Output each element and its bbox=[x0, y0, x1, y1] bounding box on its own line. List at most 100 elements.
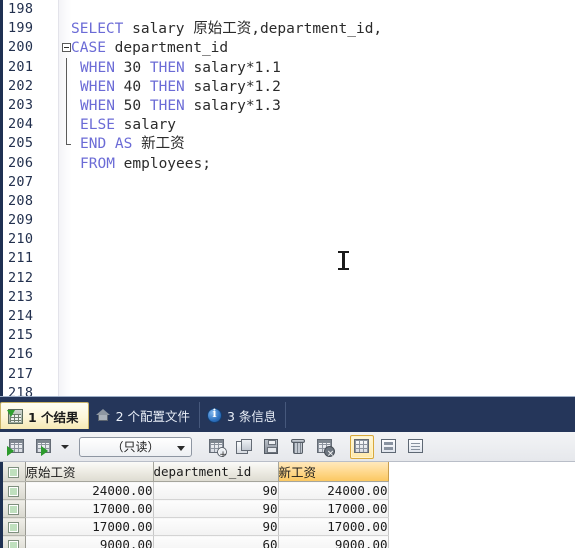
info-icon bbox=[207, 407, 222, 423]
result-tab-1[interactable]: 1 个结果 bbox=[0, 402, 89, 429]
table-cell[interactable]: 9000.00 bbox=[25, 535, 154, 548]
table-cell[interactable]: 17000.00 bbox=[278, 517, 389, 536]
cancel-changes-button[interactable] bbox=[313, 435, 337, 460]
line-number: 206 bbox=[8, 154, 34, 171]
sql-text: department_id bbox=[114, 40, 229, 57]
fold-collapse-icon[interactable] bbox=[62, 43, 71, 53]
sql-editor[interactable]: 198 199 SELECT salary 原始工资,department_id, 2… bbox=[0, 0, 575, 396]
table-cell[interactable]: 60 bbox=[153, 535, 279, 548]
row-select-box[interactable] bbox=[8, 540, 20, 548]
table-cell[interactable]: 90 bbox=[153, 517, 279, 536]
code-line[interactable]: 199 SELECT salary 原始工资,department_id, bbox=[8, 19, 575, 38]
add-record-button[interactable] bbox=[205, 435, 229, 461]
line-number: 216 bbox=[8, 346, 34, 363]
table-cell[interactable]: 90 bbox=[153, 481, 279, 500]
edit-mode-select[interactable]: （只读） bbox=[79, 436, 192, 457]
code-line[interactable]: 201 WHEN 30 THEN salary*1.1 bbox=[8, 58, 575, 77]
code-text: WHEN 40 THEN salary*1.2 bbox=[71, 79, 281, 95]
row-select-box[interactable] bbox=[8, 522, 20, 533]
table-cell[interactable]: 90 bbox=[153, 499, 279, 518]
column-header[interactable]: 新工资 bbox=[278, 462, 389, 482]
code-line[interactable]: 216 bbox=[8, 345, 575, 364]
sql-text: salary bbox=[123, 117, 177, 134]
text-view-button[interactable] bbox=[404, 435, 428, 459]
row-select-box[interactable] bbox=[8, 486, 20, 497]
sql-keyword: SELECT bbox=[71, 21, 133, 38]
result-tab-label: 2 个配置文件 bbox=[115, 408, 190, 424]
line-number: 208 bbox=[8, 192, 34, 209]
code-area[interactable]: 198 199 SELECT salary 原始工资,department_id, 2… bbox=[8, 0, 575, 396]
row-selector-cell[interactable] bbox=[3, 535, 26, 548]
code-line[interactable]: 206 FROM employees; bbox=[8, 154, 575, 173]
table-row[interactable]: 17000.00 90 17000.00 bbox=[3, 517, 389, 536]
result-grid[interactable]: 原始工资 department_id 新工资 24000.00 90 24000.00 1… bbox=[0, 462, 575, 548]
grid-add-icon bbox=[209, 438, 224, 453]
sql-keyword: FROM bbox=[80, 155, 124, 172]
fold-guide-line bbox=[66, 96, 67, 116]
row-select-box[interactable] bbox=[8, 504, 20, 515]
sql-text: ,department_id, bbox=[251, 21, 383, 38]
table-row[interactable]: 17000.00 90 17000.00 bbox=[3, 499, 389, 518]
chevron-down-icon[interactable] bbox=[59, 436, 70, 458]
code-line[interactable]: 209 bbox=[8, 211, 575, 230]
sql-text: 50 bbox=[123, 97, 150, 114]
table-cell[interactable]: 17000.00 bbox=[25, 499, 154, 518]
code-line[interactable]: 217 bbox=[8, 365, 575, 384]
refresh-button[interactable] bbox=[232, 435, 256, 459]
column-header[interactable]: 原始工资 bbox=[25, 462, 154, 482]
code-line[interactable]: 215 bbox=[8, 326, 575, 345]
column-header[interactable]: department_id bbox=[153, 462, 279, 482]
row-selector-cell[interactable] bbox=[3, 499, 26, 518]
line-number: 201 bbox=[8, 58, 34, 75]
table-cell[interactable]: 17000.00 bbox=[25, 517, 154, 536]
code-line[interactable]: 203 WHEN 50 THEN salary*1.3 bbox=[8, 96, 575, 115]
table-cell[interactable]: 17000.00 bbox=[278, 499, 389, 518]
grid-view-icon bbox=[354, 438, 369, 453]
code-line[interactable]: 214 bbox=[8, 307, 575, 326]
trash-icon bbox=[291, 438, 305, 454]
table-cell[interactable]: 24000.00 bbox=[25, 481, 154, 500]
edit-mode-value: （只读） bbox=[111, 440, 160, 454]
code-text: WHEN 50 THEN salary*1.3 bbox=[71, 98, 281, 114]
delete-record-button[interactable] bbox=[286, 435, 310, 459]
profile-icon bbox=[95, 408, 111, 423]
code-line[interactable]: 205 END AS 新工资 bbox=[8, 134, 575, 153]
code-line[interactable]: 207 bbox=[8, 173, 575, 192]
code-line[interactable]: 198 bbox=[8, 0, 575, 19]
sql-text: salary bbox=[132, 21, 194, 38]
sql-text: 新工资 bbox=[141, 136, 185, 153]
result-tab-bar: 1 个结果 2 个配置文件 3 条信息 bbox=[0, 396, 575, 432]
code-line[interactable]: 208 bbox=[8, 192, 575, 211]
save-record-button[interactable] bbox=[259, 435, 283, 459]
sql-text: employees; bbox=[123, 155, 211, 172]
code-line[interactable]: 213 bbox=[8, 288, 575, 307]
table-cell[interactable]: 24000.00 bbox=[278, 481, 389, 500]
sql-text: 30 bbox=[123, 59, 150, 76]
table-row[interactable]: 24000.00 90 24000.00 bbox=[3, 481, 389, 500]
result-tab-3[interactable]: 3 条信息 bbox=[200, 402, 287, 428]
code-line[interactable]: 202 WHEN 40 THEN salary*1.2 bbox=[8, 77, 575, 96]
code-line[interactable]: 211 bbox=[8, 249, 575, 268]
code-line[interactable]: 218 bbox=[8, 384, 575, 396]
line-number: 200 bbox=[8, 39, 34, 56]
duplicate-row-button[interactable] bbox=[32, 435, 56, 459]
result-table[interactable]: 原始工资 department_id 新工资 24000.00 90 24000.00 1… bbox=[3, 462, 389, 548]
row-select-box[interactable] bbox=[8, 467, 20, 478]
grid-view-button[interactable] bbox=[350, 434, 374, 459]
row-selector-cell[interactable] bbox=[3, 481, 26, 500]
form-view-button[interactable] bbox=[377, 435, 401, 459]
code-line[interactable]: 212 bbox=[8, 269, 575, 288]
code-line[interactable]: 204 ELSE salary bbox=[8, 115, 575, 134]
table-row[interactable]: 9000.00 60 9000.00 bbox=[3, 535, 389, 548]
result-tab-2[interactable]: 2 个配置文件 bbox=[89, 402, 200, 428]
code-line[interactable]: 200 CASE department_id bbox=[8, 38, 575, 57]
line-number: 198 bbox=[8, 1, 34, 17]
table-cell[interactable]: 9000.00 bbox=[278, 535, 389, 548]
line-number: 203 bbox=[8, 96, 34, 113]
select-all-rows-cell[interactable] bbox=[3, 462, 26, 482]
row-selector-cell[interactable] bbox=[3, 517, 26, 536]
insert-row-button[interactable] bbox=[5, 435, 29, 459]
column-header-label: department_id bbox=[153, 464, 252, 479]
code-line[interactable]: 210 bbox=[8, 230, 575, 249]
line-number: 204 bbox=[8, 116, 34, 133]
